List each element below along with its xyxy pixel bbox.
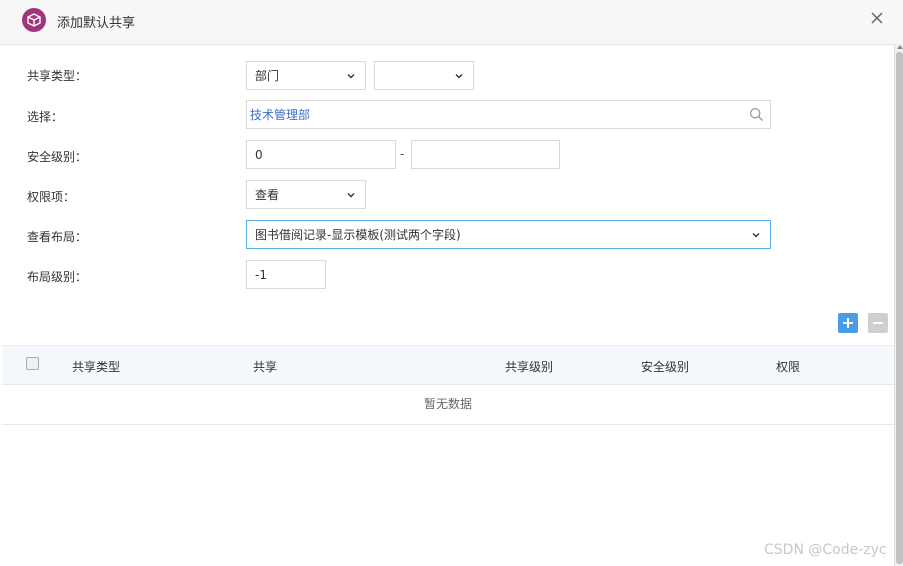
chevron-down-icon [347,74,355,79]
dialog-title: 添加默认共享 [57,16,136,31]
search-icon[interactable] [749,107,764,122]
chevron-down-icon [455,74,463,79]
security-level-min-input[interactable]: 0 [246,140,396,169]
dialog-titlebar: 添加默认共享 [0,0,903,45]
remove-row-button[interactable] [868,313,888,333]
minus-icon [873,322,883,324]
share-type-select[interactable]: 部门 [246,61,366,90]
table-empty-state: 暂无数据 [2,384,894,425]
close-icon[interactable] [868,9,886,27]
scrollbar-thumb[interactable] [896,52,903,564]
select-label: 选择： [27,110,64,124]
column-header-share-type[interactable]: 共享类型 [72,358,120,375]
layout-level-input[interactable]: -1 [246,260,326,289]
selected-department: 技术管理部 [250,108,311,122]
department-picker[interactable]: 技术管理部 [246,100,771,129]
share-type-label: 共享类型： [27,69,88,83]
select-all-checkbox[interactable] [26,357,39,370]
security-level-max-input[interactable] [411,140,560,169]
watermark: CSDN @Code-zyc [764,542,887,558]
cube-logo-icon [22,8,46,32]
chevron-down-icon [752,233,760,238]
security-level-min-value: 0 [255,147,263,162]
layout-level-label: 布局级别： [27,270,88,284]
add-row-button[interactable] [838,313,858,333]
column-header-share[interactable]: 共享 [253,358,277,375]
column-header-security-level[interactable]: 安全级别 [641,358,689,375]
share-table-header: 共享类型 共享 共享级别 安全级别 权限 [2,345,894,385]
view-layout-value: 图书借阅记录-显示模板(测试两个字段) [255,228,461,242]
layout-level-value: -1 [255,267,267,282]
share-dialog: 添加默认共享 共享类型： 部门 选择： 技术管理部 安全级别： 0 - 权限项：… [0,0,903,566]
security-level-label: 安全级别： [27,150,88,164]
range-separator: - [400,147,405,161]
view-layout-label: 查看布局： [27,230,88,244]
chevron-down-icon [347,193,355,198]
permission-select[interactable]: 查看 [246,180,366,209]
scroll-up-arrow-icon[interactable] [897,45,903,49]
plus-icon [843,318,853,328]
vertical-scrollbar[interactable] [894,44,903,566]
permission-label: 权限项： [27,190,76,204]
column-header-share-level[interactable]: 共享级别 [505,358,553,375]
view-layout-select[interactable]: 图书借阅记录-显示模板(测试两个字段) [246,220,771,249]
column-header-permission[interactable]: 权限 [776,358,800,375]
share-type-value: 部门 [255,69,280,83]
share-subtype-select[interactable] [374,61,474,90]
permission-value: 查看 [255,188,280,202]
